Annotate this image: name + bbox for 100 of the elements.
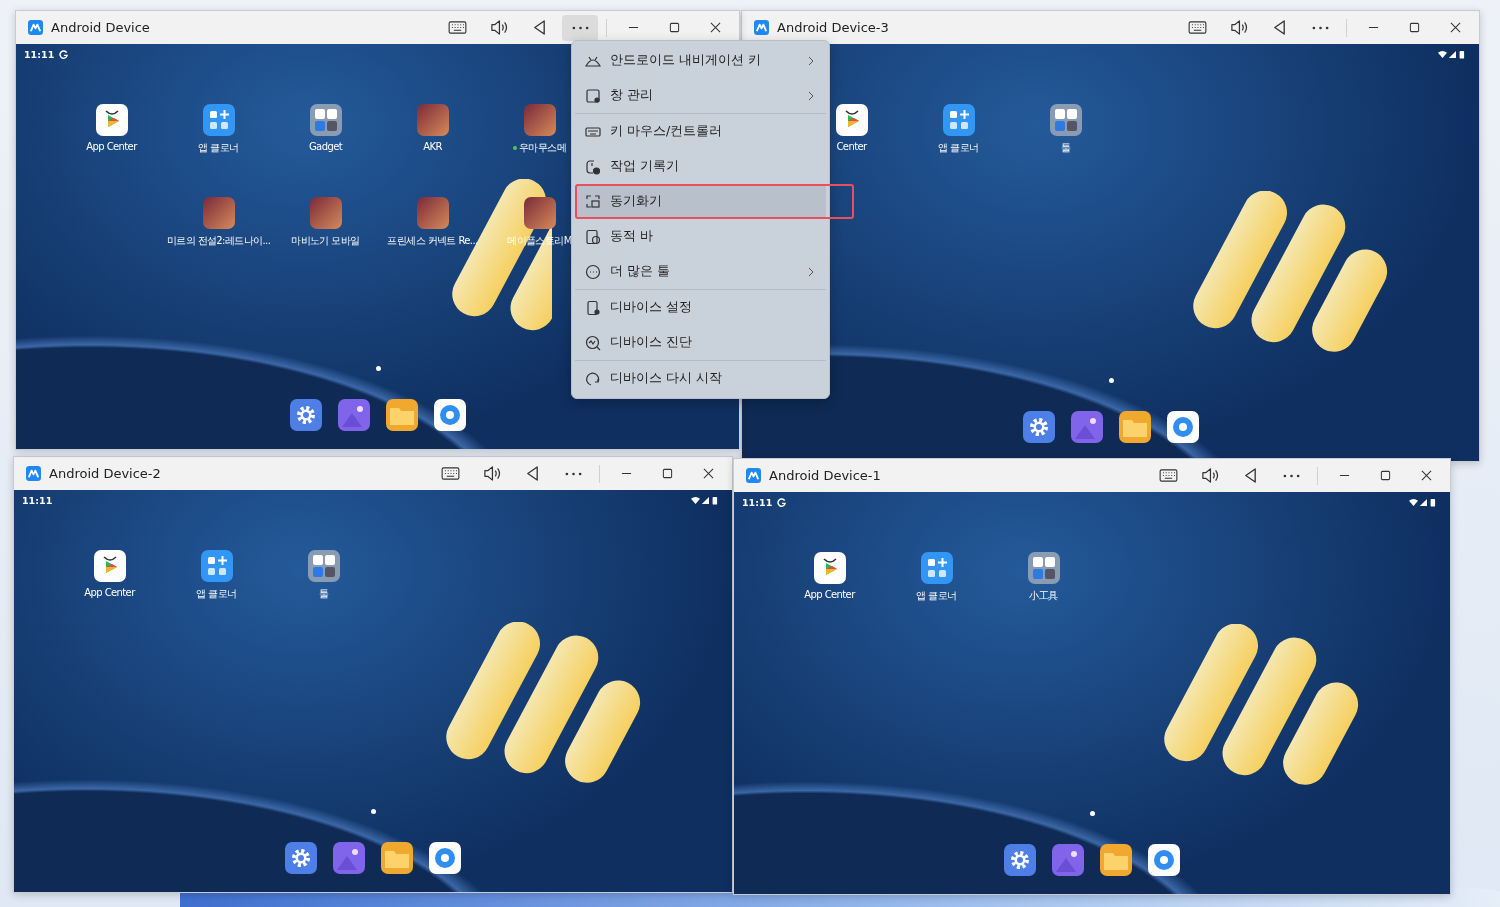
keyboard-icon (447, 21, 467, 34)
chart-magnifier-icon (585, 334, 601, 351)
shopping-bag-icon[interactable] (835, 104, 868, 136)
grid-plus-icon[interactable] (920, 552, 953, 584)
game-icon-placeholder[interactable] (523, 197, 556, 229)
keyboard-icon (440, 467, 460, 480)
more-icon (1311, 25, 1329, 30)
status-time: 11:11 (22, 494, 53, 506)
settings-icon[interactable] (1004, 844, 1036, 876)
triangle-back-icon (524, 465, 540, 482)
app-label: App Center (804, 589, 855, 600)
status-icons (691, 495, 718, 505)
app-label: Gadget (308, 141, 342, 152)
app-label: 프린세스 커넥트 Re... (387, 234, 478, 248)
window-title: Android Device-1 (769, 468, 881, 483)
ring-app-icon[interactable] (433, 399, 466, 431)
status-icons (1438, 49, 1465, 59)
app-label: 小工具 (1029, 589, 1058, 603)
app-folder-icon[interactable] (1027, 552, 1060, 584)
maximize-icon (1408, 22, 1420, 33)
menu-item[interactable]: 안드로이드 내비게이션 키 (575, 43, 826, 78)
settings-icon[interactable] (285, 842, 317, 874)
game-icon-placeholder[interactable] (416, 197, 449, 229)
speaker-icon (1199, 467, 1219, 484)
window-gear-icon (585, 87, 601, 104)
menu-item[interactable]: 디바이스 진단 (575, 325, 826, 361)
triangle-back-icon (1242, 467, 1258, 484)
ring-app-icon[interactable] (1166, 411, 1199, 443)
page-indicator (1108, 378, 1114, 383)
phone-gear-icon (585, 299, 601, 316)
ring-app-icon[interactable] (429, 842, 461, 874)
gallery-icon[interactable] (333, 842, 365, 874)
app-label: AKR (423, 141, 442, 152)
game-icon-placeholder[interactable] (202, 197, 235, 229)
speaker-icon (481, 465, 501, 482)
shopping-bag-icon[interactable] (813, 552, 846, 584)
app-logo-icon (26, 466, 41, 481)
shopping-bag-icon[interactable] (93, 550, 126, 582)
app-label: 툴 (1060, 141, 1071, 155)
menu-item[interactable]: 창 관리 (575, 78, 826, 114)
app-label: App Center (84, 587, 135, 598)
app-label: 미르의 전설2:레드나이... (166, 234, 271, 248)
gallery-icon[interactable] (337, 399, 370, 431)
shopping-bag-icon[interactable] (95, 104, 128, 136)
more-icon (585, 263, 601, 280)
app-logo-icon (746, 468, 761, 483)
game-icon-placeholder[interactable] (309, 197, 342, 229)
menu-item[interactable]: 키 마우스/컨트롤러 (575, 114, 826, 149)
grid-plus-icon[interactable] (942, 104, 975, 136)
page-indicator (1090, 811, 1095, 816)
maximize-icon (661, 468, 673, 479)
more-icon (564, 471, 582, 476)
folder-icon[interactable] (1118, 411, 1151, 443)
maximize-icon (668, 22, 680, 33)
app-label: 앱 클로너 (916, 589, 957, 603)
grid-plus-icon[interactable] (202, 104, 235, 136)
menu-item[interactable]: 동적 바 (575, 219, 826, 254)
status-icons (1409, 497, 1436, 507)
gallery-icon[interactable] (1052, 844, 1084, 876)
app-folder-icon[interactable] (307, 550, 340, 582)
app-folder-icon[interactable] (309, 104, 342, 136)
triangle-back-icon (1271, 19, 1287, 36)
app-folder-icon[interactable] (1049, 104, 1082, 136)
page-indicator (375, 366, 381, 371)
menu-item[interactable]: 디바이스 다시 시작 (575, 361, 826, 396)
settings-icon[interactable] (289, 399, 322, 431)
app-label: 마비노기 모바일 (291, 234, 360, 248)
folder-icon[interactable] (381, 842, 413, 874)
keyboard-icon (1187, 21, 1207, 34)
menu-item[interactable]: 더 많은 툴 (575, 254, 826, 290)
stopwatch-icon (585, 158, 601, 175)
grid-plus-icon[interactable] (200, 550, 233, 582)
settings-icon[interactable] (1022, 411, 1055, 443)
app-label: 앱 클로너 (196, 587, 237, 601)
app-label: 우마무스메 (519, 141, 566, 155)
app-logo-icon (754, 20, 769, 35)
gallery-icon[interactable] (1070, 411, 1103, 443)
keyboard-icon (1158, 469, 1178, 482)
window-title: Android Device (51, 20, 150, 35)
window-title: Android Device-2 (49, 466, 161, 481)
game-icon-placeholder[interactable] (416, 104, 449, 136)
speaker-icon (1228, 19, 1248, 36)
folder-icon[interactable] (1100, 844, 1132, 876)
menu-item[interactable]: 작업 기록기 (575, 149, 826, 184)
close-icon (702, 468, 714, 479)
restart-icon (585, 370, 601, 387)
screen-frame-icon (585, 193, 601, 210)
maximize-icon (1379, 470, 1391, 481)
more-icon (1282, 473, 1300, 478)
app-logo-icon (28, 20, 43, 35)
close-icon (1449, 22, 1461, 33)
window-title: Android Device-3 (777, 20, 889, 35)
document-clock-icon (585, 228, 601, 245)
game-icon-placeholder[interactable] (523, 104, 556, 136)
close-icon (1420, 470, 1432, 481)
ring-app-icon[interactable] (1148, 844, 1180, 876)
folder-icon[interactable] (385, 399, 418, 431)
menu-item[interactable]: 디바이스 설정 (575, 290, 826, 325)
triangle-back-icon (531, 19, 547, 36)
status-time: 11:11 (24, 48, 55, 60)
